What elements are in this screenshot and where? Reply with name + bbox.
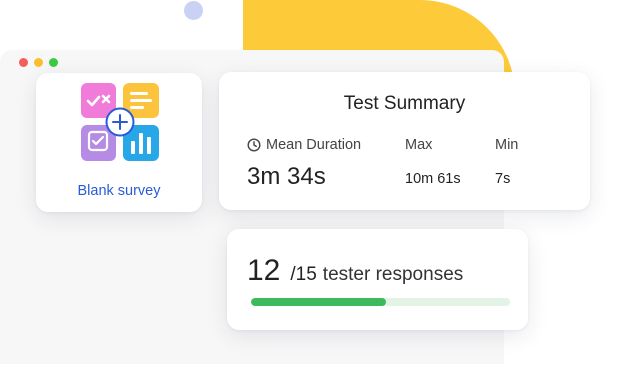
survey-template-icon	[81, 83, 159, 161]
clock-icon	[247, 138, 261, 152]
blank-survey-label: Blank survey	[77, 183, 161, 199]
responses-progress-fill	[251, 298, 386, 306]
min-value: 7s	[495, 171, 511, 187]
mean-duration-value: 3m 34s	[247, 163, 326, 190]
window-controls	[19, 58, 58, 67]
decorative-dot	[184, 1, 203, 20]
responses-text: tester responses	[322, 264, 464, 285]
blank-survey-card[interactable]: Blank survey	[36, 73, 202, 212]
test-summary-card: Test Summary Mean Duration 3m 34s Max 10…	[219, 72, 590, 210]
mean-duration-label-text: Mean Duration	[266, 137, 362, 153]
minimize-dot-icon[interactable]	[34, 58, 43, 67]
mean-duration-label: Mean Duration	[247, 137, 361, 153]
close-dot-icon[interactable]	[19, 58, 28, 67]
maximize-dot-icon[interactable]	[49, 58, 58, 67]
responses-line: 12 /15 tester responses	[247, 254, 463, 288]
min-label: Min	[495, 137, 519, 153]
responses-total: /15	[290, 264, 317, 285]
max-value: 10m 61s	[405, 171, 461, 187]
summary-title: Test Summary	[343, 93, 466, 114]
tester-responses-card: 12 /15 tester responses	[227, 229, 528, 330]
responses-progress-bar	[251, 298, 510, 306]
responses-count: 12	[247, 254, 281, 287]
max-label: Max	[405, 137, 433, 153]
